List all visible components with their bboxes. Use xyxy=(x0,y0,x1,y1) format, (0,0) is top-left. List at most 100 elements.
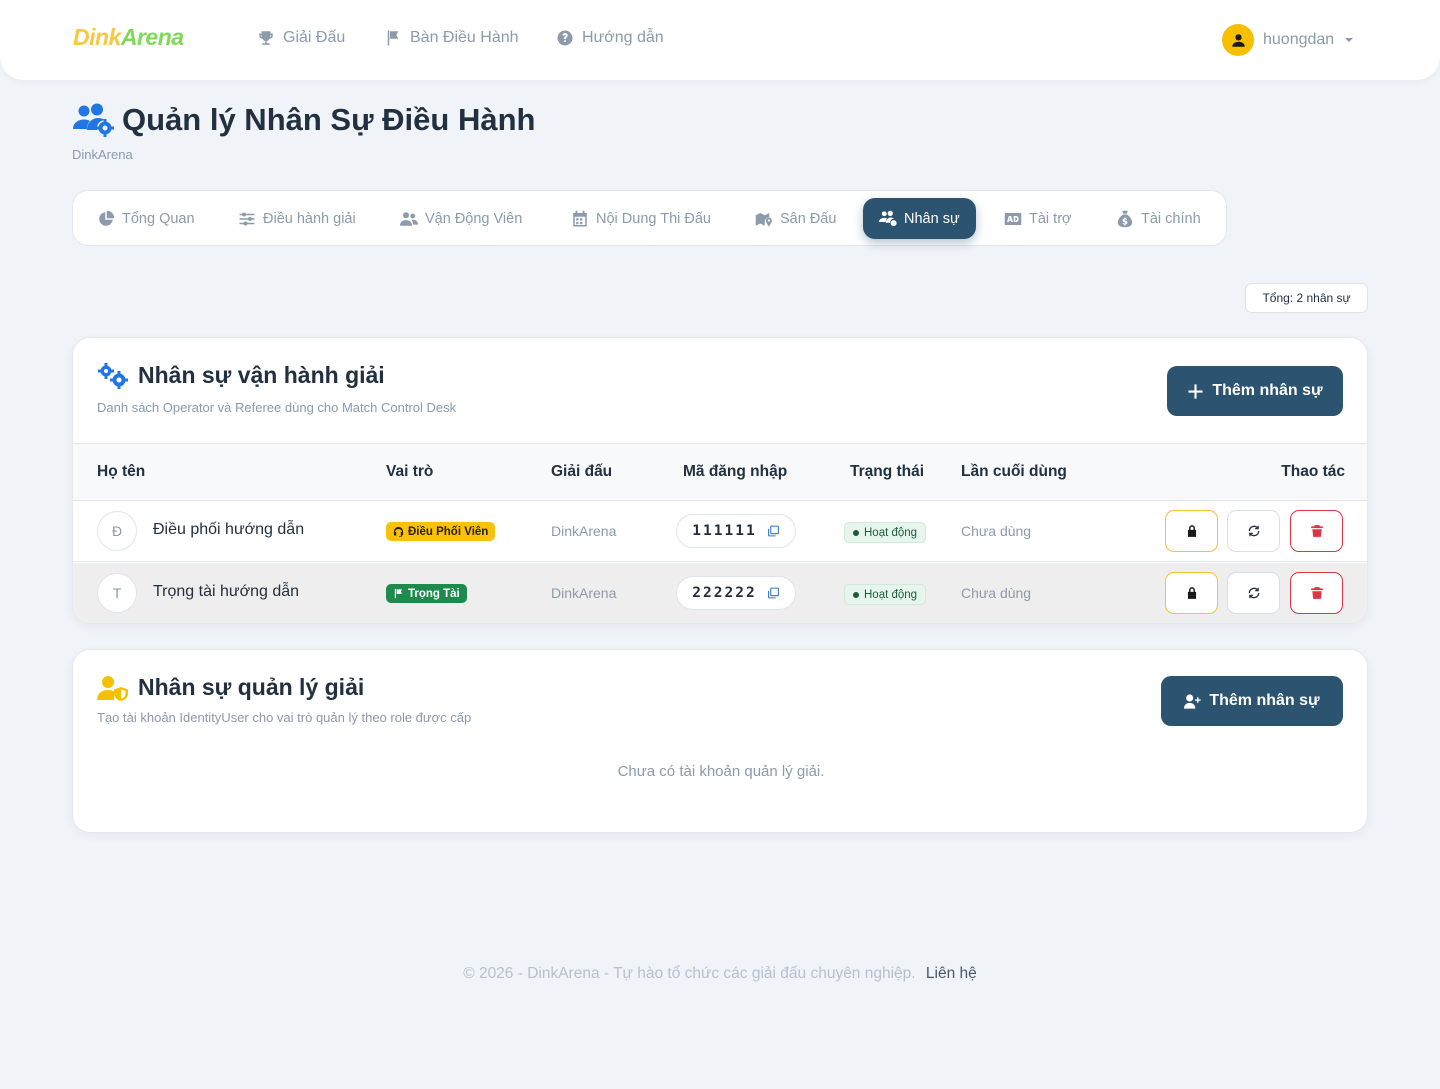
user-menu[interactable]: huongdan xyxy=(1222,24,1354,56)
role-badge-referee: Trọng Tài xyxy=(386,584,467,603)
role-badge-coordinator: Điều Phối Viên xyxy=(386,522,496,541)
managers-card: Nhân sự quản lý giải Tạo tài khoản Ident… xyxy=(72,649,1368,833)
trash-icon xyxy=(1310,587,1323,599)
login-code-copy[interactable]: 222222 xyxy=(676,576,796,610)
delete-button[interactable] xyxy=(1290,510,1343,552)
flag-icon xyxy=(394,588,403,599)
copy-icon xyxy=(767,525,779,537)
tab-staff[interactable]: Nhân sự xyxy=(863,198,976,239)
managers-title-text: Nhân sự quản lý giải xyxy=(138,674,365,700)
login-code: 111111 xyxy=(692,523,757,539)
lock-icon xyxy=(1187,525,1196,537)
total-staff-badge: Tổng: 2 nhân sự xyxy=(1245,283,1368,313)
lock-icon xyxy=(1187,587,1196,599)
role-label: Trọng Tài xyxy=(408,587,460,600)
user-icon xyxy=(1231,33,1245,47)
staff-name: Trọng tài hướng dẫn xyxy=(153,583,300,600)
nav-link-control-desk[interactable]: Bàn Điều Hành xyxy=(384,29,519,47)
navbar: DinkArena Giải Đấu Bàn Điều Hành Hướng d… xyxy=(0,0,1440,80)
nav-link-label: Giải Đấu xyxy=(283,29,346,46)
tab-competition-content[interactable]: Nội Dung Thi Đấu xyxy=(555,198,727,239)
nav-link-label: Hướng dẫn xyxy=(582,29,664,46)
add-operator-button[interactable]: Thêm nhân sự xyxy=(1167,366,1343,416)
page-title: Quản lý Nhân Sự Điều Hành xyxy=(72,102,535,138)
avatar-initial: T xyxy=(97,573,137,613)
copy-icon xyxy=(767,587,779,599)
operators-card: Nhân sự vận hành giải Danh sách Operator… xyxy=(72,337,1368,624)
brand-logo[interactable]: DinkArena xyxy=(73,24,184,51)
pie-chart-icon xyxy=(99,210,115,226)
tournament-name: DinkArena xyxy=(551,585,617,601)
refresh-icon xyxy=(1248,525,1259,537)
reset-code-button[interactable] xyxy=(1227,572,1280,614)
lock-button[interactable] xyxy=(1165,510,1218,552)
add-button-label: Thêm nhân sự xyxy=(1212,382,1323,399)
operators-card-title: Nhân sự vận hành giải xyxy=(97,362,385,389)
headset-icon xyxy=(393,526,404,537)
delete-button[interactable] xyxy=(1290,572,1343,614)
user-shield-icon xyxy=(97,675,128,701)
avatar-initial: Đ xyxy=(97,511,137,551)
tab-label: Tài chính xyxy=(1141,210,1201,227)
page-subtitle: DinkArena xyxy=(72,147,133,162)
status-label: Hoạt động xyxy=(864,588,918,601)
column-header-tournament: Giải đấu xyxy=(551,463,613,480)
login-code-copy[interactable]: 111111 xyxy=(676,514,796,548)
status-badge: Hoạt động xyxy=(844,584,927,605)
login-code: 222222 xyxy=(692,585,757,601)
user-plus-icon xyxy=(1184,693,1202,709)
table-header: Họ tên Vai trò Giải đấu Mã đăng nhập Trạ… xyxy=(73,443,1367,501)
brand-part-2: Arena xyxy=(120,24,184,50)
column-header-actions: Thao tác xyxy=(1281,463,1345,480)
nav-link-label: Bàn Điều Hành xyxy=(410,29,519,46)
managers-subtitle: Tạo tài khoản IdentityUser cho vai trò q… xyxy=(97,710,472,725)
staff-name: Điều phối hướng dẫn xyxy=(153,521,305,538)
last-used: Chưa dùng xyxy=(961,523,1032,539)
footer-text: © 2026 - DinkArena - Tự hào tổ chức các … xyxy=(463,965,916,982)
tab-label: Tổng Quan xyxy=(122,210,195,227)
tab-label: Tài trợ xyxy=(1029,210,1072,227)
nav-link-guide[interactable]: Hướng dẫn xyxy=(556,29,664,47)
flag-icon xyxy=(387,30,399,46)
tournament-name: DinkArena xyxy=(551,523,617,539)
map-icon xyxy=(755,212,772,226)
nav-link-tournaments[interactable]: Giải Đấu xyxy=(257,29,345,47)
add-manager-button[interactable]: Thêm nhân sự xyxy=(1161,676,1343,726)
tab-overview[interactable]: Tổng Quan xyxy=(81,198,211,239)
lock-button[interactable] xyxy=(1165,572,1218,614)
calendar-icon xyxy=(573,210,587,226)
status-badge: Hoạt động xyxy=(844,522,927,543)
page-title-text: Quản lý Nhân Sự Điều Hành xyxy=(122,102,536,137)
username: huongdan xyxy=(1263,31,1335,48)
operators-title-text: Nhân sự vận hành giải xyxy=(138,362,385,388)
contact-link[interactable]: Liên hệ xyxy=(926,965,977,982)
tab-label: Nhân sự xyxy=(904,210,960,227)
tab-athletes[interactable]: Vận Động Viên xyxy=(384,198,538,239)
last-used: Chưa dùng xyxy=(961,585,1032,601)
role-label: Điều Phối Viên xyxy=(408,525,489,538)
column-header-login-code: Mã đăng nhập xyxy=(683,463,788,480)
users-icon xyxy=(400,211,418,226)
tab-label: Sân Đấu xyxy=(780,210,837,227)
column-header-status: Trạng thái xyxy=(850,463,925,480)
status-dot xyxy=(853,529,859,536)
money-bag-icon xyxy=(1117,210,1133,227)
tab-label: Nội Dung Thi Đấu xyxy=(596,210,711,227)
users-gear-icon xyxy=(73,103,114,137)
column-header-last-used: Lần cuối dùng xyxy=(961,463,1067,480)
tab-tournament-control[interactable]: Điều hành giải xyxy=(222,198,372,239)
tab-finance[interactable]: Tài chính xyxy=(1100,198,1217,239)
operators-subtitle: Danh sách Operator và Referee dùng cho M… xyxy=(97,400,457,415)
tab-courts[interactable]: Sân Đấu xyxy=(739,198,852,239)
gears-icon xyxy=(98,362,128,389)
managers-card-title: Nhân sự quản lý giải xyxy=(97,674,364,701)
trash-icon xyxy=(1310,525,1323,537)
users-gear-icon xyxy=(879,210,897,226)
tab-sponsors[interactable]: Tài trợ xyxy=(988,198,1088,239)
empty-state-text: Chưa có tài khoản quản lý giải. xyxy=(617,763,825,780)
column-header-role: Vai trò xyxy=(386,463,434,480)
refresh-icon xyxy=(1248,587,1259,599)
status-label: Hoạt động xyxy=(864,526,918,539)
reset-code-button[interactable] xyxy=(1227,510,1280,552)
tab-label: Điều hành giải xyxy=(263,210,356,227)
